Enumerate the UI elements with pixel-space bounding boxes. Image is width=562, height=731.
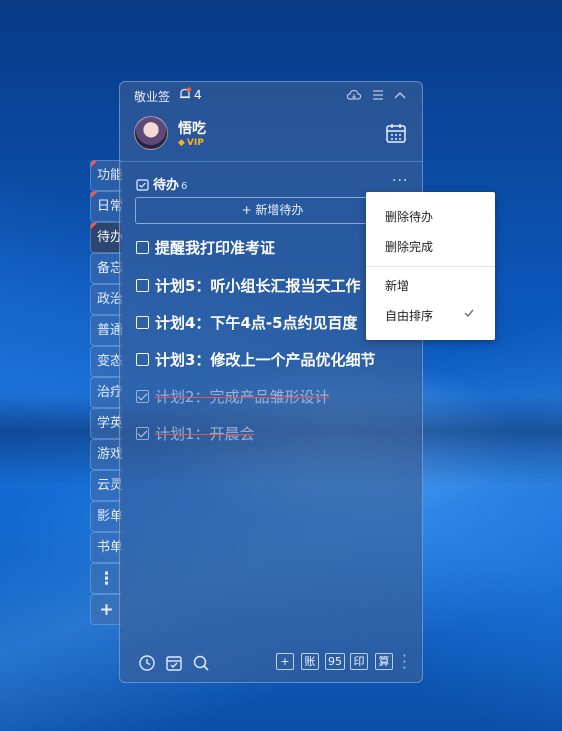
todo-item[interactable]: 计划2：完成产品雏形设计 bbox=[136, 386, 330, 408]
context-menu: 删除待办 删除完成 新增 自由排序 bbox=[366, 192, 495, 340]
side-tab-11[interactable]: 影单 bbox=[90, 501, 122, 532]
todo-text: 提醒我打印准考证 bbox=[155, 239, 276, 257]
search-icon[interactable] bbox=[192, 654, 210, 672]
menu-item-free-sort[interactable]: 自由排序 bbox=[385, 307, 433, 325]
side-tab-6[interactable]: 变态 bbox=[90, 346, 122, 377]
todo-item[interactable]: 提醒我打印准考证 bbox=[136, 237, 275, 259]
archive-icon[interactable] bbox=[165, 654, 183, 672]
side-tab-1[interactable]: 日常 bbox=[90, 191, 122, 222]
side-tab-3[interactable]: 备忘 bbox=[90, 253, 122, 284]
checkbox[interactable] bbox=[136, 241, 149, 254]
checkbox[interactable] bbox=[136, 353, 149, 366]
checked-checkbox[interactable] bbox=[136, 390, 149, 403]
side-tab-label: + bbox=[99, 600, 114, 620]
menu-separator bbox=[366, 266, 495, 267]
checkmark-icon bbox=[464, 309, 474, 317]
menu-item-add[interactable]: 新增 bbox=[385, 277, 409, 295]
unread-flag bbox=[91, 223, 97, 229]
todo-text: 计划1：开晨会 bbox=[155, 425, 255, 443]
side-tab-10[interactable]: 云灵 bbox=[90, 470, 122, 501]
app-title: 敬业签 bbox=[134, 90, 171, 104]
user-profile-bar: 悟吃 ◆ VIP bbox=[120, 108, 422, 162]
toolbar-button-0[interactable]: + bbox=[276, 653, 294, 670]
menu-item-delete-done[interactable]: 删除完成 bbox=[385, 238, 433, 256]
notification-count: 4 bbox=[194, 88, 202, 102]
todo-item[interactable]: 计划3：修改上一个产品优化细节 bbox=[136, 349, 375, 371]
checked-checkbox[interactable] bbox=[136, 427, 149, 440]
diamond-icon: ◆ bbox=[178, 138, 185, 148]
toolbar-button-3[interactable]: 印 bbox=[350, 653, 368, 670]
bottom-toolbar: + 账 95 印算 · · · bbox=[120, 649, 422, 679]
clock-icon[interactable] bbox=[138, 654, 156, 672]
side-tab-9[interactable]: 游戏 bbox=[90, 439, 122, 470]
unread-flag bbox=[91, 192, 97, 198]
checkbox[interactable] bbox=[136, 279, 149, 292]
section-header: 待办 6 bbox=[136, 174, 188, 193]
username: 悟吃 bbox=[178, 121, 206, 137]
more-options-icon[interactable]: ··· bbox=[392, 173, 408, 189]
todo-text: 计划2：完成产品雏形设计 bbox=[155, 388, 330, 406]
todo-text: 计划5：听小组长汇报当天工作 bbox=[155, 277, 361, 295]
menu-icon[interactable] bbox=[370, 87, 386, 103]
todo-text: 计划4：下午4点-5点约见百度 bbox=[155, 314, 358, 332]
side-tab-8[interactable]: 学英 bbox=[90, 408, 122, 439]
vip-badge: ◆ VIP bbox=[178, 138, 204, 148]
bell-icon[interactable] bbox=[178, 87, 192, 101]
todo-item[interactable]: 计划1：开晨会 bbox=[136, 423, 255, 445]
menu-item-delete-todo[interactable]: 删除待办 bbox=[385, 208, 433, 226]
calendar-icon[interactable] bbox=[385, 122, 407, 144]
section-count: 6 bbox=[181, 181, 188, 192]
todo-checklist-icon bbox=[136, 179, 149, 191]
todo-item[interactable]: 计划5：听小组长汇报当天工作 bbox=[136, 275, 360, 297]
todo-text: 计划3：修改上一个产品优化细节 bbox=[155, 351, 376, 369]
avatar[interactable] bbox=[134, 116, 168, 150]
title-bar: 敬业签 4 bbox=[120, 82, 422, 108]
side-tab-label: ⋮ bbox=[98, 569, 115, 589]
collapse-icon[interactable] bbox=[392, 87, 408, 103]
category-side-tabs: 功能 日常 待办 备忘 政治 普通 变态 治疗 学英 游戏 云灵 影单 书单 ⋮ + bbox=[90, 160, 122, 625]
vip-label: VIP bbox=[186, 138, 204, 148]
side-tab-14[interactable]: + bbox=[90, 594, 122, 625]
checkbox[interactable] bbox=[136, 316, 149, 329]
unread-flag bbox=[91, 161, 97, 167]
todo-item[interactable]: 计划4：下午4点-5点约见百度 bbox=[136, 312, 358, 334]
side-tab-4[interactable]: 政治 bbox=[90, 284, 122, 315]
side-tab-5[interactable]: 普通 bbox=[90, 315, 122, 346]
cloud-sync-icon[interactable] bbox=[346, 87, 362, 103]
more-vertical-icon[interactable]: · · · bbox=[402, 649, 407, 676]
side-tab-13[interactable]: ⋮ bbox=[90, 563, 122, 594]
toolbar-button-2[interactable]: 95 bbox=[325, 653, 345, 670]
side-tab-12[interactable]: 书单 bbox=[90, 532, 122, 563]
toolbar-button-4[interactable]: 算 bbox=[375, 653, 393, 670]
side-tab-7[interactable]: 治疗 bbox=[90, 377, 122, 408]
side-tab-2[interactable]: 待办 bbox=[90, 222, 122, 253]
sticky-notes-panel: 敬业签 4 悟吃 ◆ VIP 待办 6 ··· + 新增待办 提醒我打印准考证 … bbox=[119, 81, 423, 683]
toolbar-button-1[interactable]: 账 bbox=[301, 653, 319, 670]
side-tab-0[interactable]: 功能 bbox=[90, 160, 122, 191]
section-title: 待办 bbox=[153, 178, 180, 193]
